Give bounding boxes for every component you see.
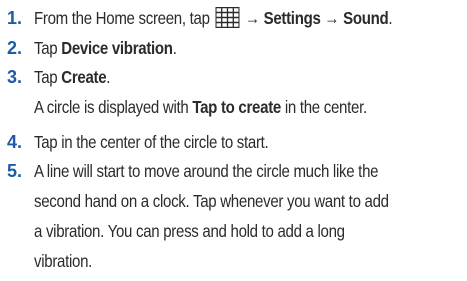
step-text: Tap in the center of the circle to start… [34,132,269,152]
device-vibration-label: Device vibration [61,38,173,58]
tap-to-create-label: Tap to create [192,97,281,117]
step-subtext: A circle is displayed with Tap to create… [34,97,367,117]
step-number: 3. [7,67,23,87]
step-text: From the Home screen, tap → Settings → S… [34,7,393,28]
step-number: 5. [7,161,23,181]
step-text-line: vibration. [34,251,93,271]
step-number: 1. [7,8,23,28]
step-text: Tap Create. [34,67,111,87]
step-text-line: A line will start to move around the cir… [34,161,379,181]
step-number: 2. [7,38,23,58]
step-text-line: a vibration. You can press and hold to a… [34,221,345,241]
apps-grid-icon [215,7,240,28]
step-text-line: second hand on a clock. Tap whenever you… [34,191,389,211]
sound-label: Sound [343,8,389,28]
step-number: 4. [7,132,23,152]
create-label: Create [61,67,107,87]
instruction-document: 1. From the Home screen, tap → Settings … [0,0,467,281]
step-text: Tap Device vibration. [34,38,177,58]
settings-label: Settings [263,8,321,28]
